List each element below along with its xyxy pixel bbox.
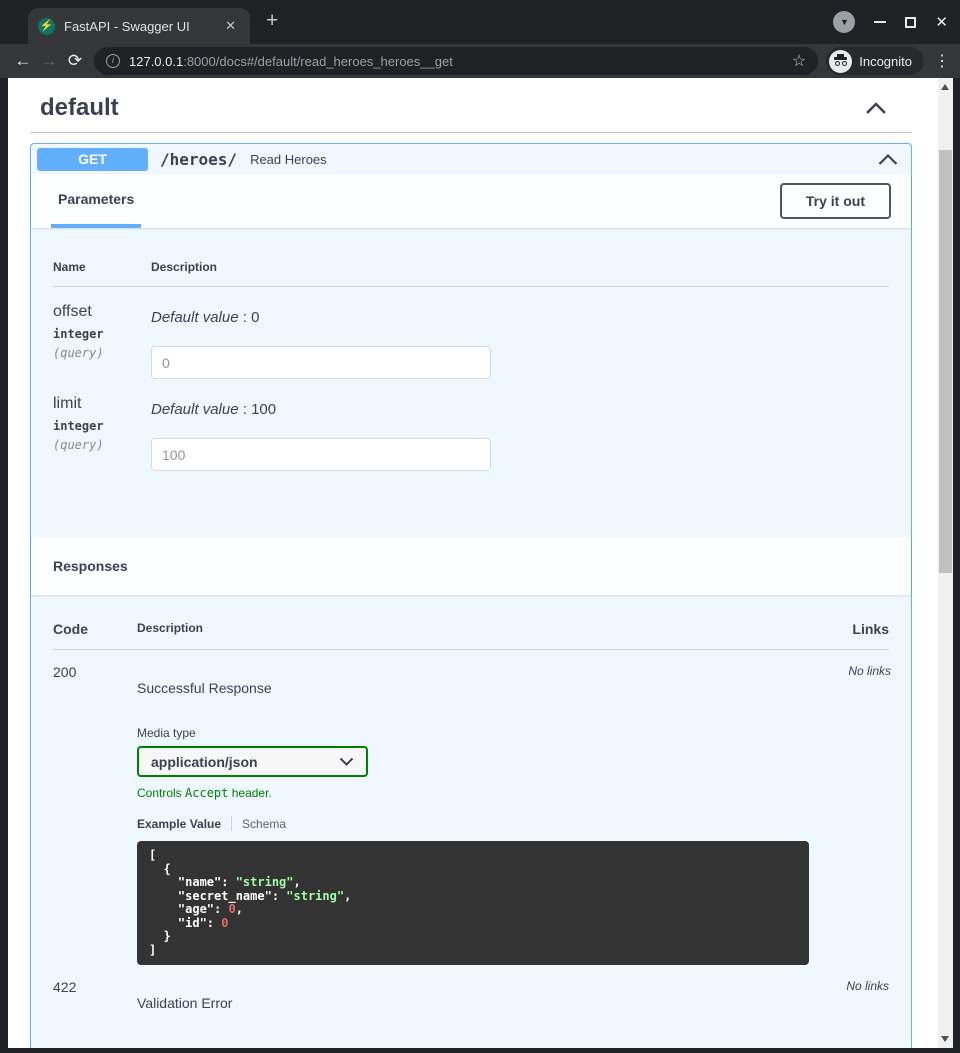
tab-parameters[interactable]: Parameters	[51, 174, 141, 228]
param-location: (query)	[53, 438, 151, 452]
param-type: integer	[53, 419, 151, 433]
responses-header: Responses	[31, 537, 911, 595]
method-badge: GET	[37, 148, 148, 171]
incognito-icon	[829, 50, 852, 73]
param-name: offset	[53, 303, 151, 321]
param-input-limit[interactable]	[151, 438, 491, 471]
tab-schema[interactable]: Schema	[242, 817, 286, 831]
reload-button[interactable]: ⟳	[62, 51, 88, 71]
response-row-422: 422 Validation Error No links	[53, 979, 889, 1011]
response-links: No links	[809, 664, 891, 965]
media-type-select[interactable]: application/json	[137, 746, 368, 777]
col-header-name: Name	[53, 260, 151, 274]
chevron-down-icon	[339, 757, 354, 766]
fastapi-favicon-icon: ⚡	[38, 18, 55, 35]
response-code: 200	[53, 664, 137, 965]
response-links: No links	[807, 979, 889, 1011]
section-title: default	[40, 94, 119, 122]
site-info-icon[interactable]: i	[106, 54, 120, 68]
response-description: Validation Error	[137, 995, 807, 1011]
url-text: 127.0.0.1:8000/docs#/default/read_heroes…	[129, 54, 790, 69]
accept-header-note: Controls Accept header.	[137, 786, 809, 800]
param-row-offset: offset integer (query) Default value : 0	[53, 303, 889, 379]
chevron-up-icon[interactable]	[864, 101, 888, 115]
try-it-out-button[interactable]: Try it out	[780, 183, 891, 219]
col-header-description: Description	[151, 260, 217, 274]
tab-title: FastAPI - Swagger UI	[64, 19, 221, 34]
tab-separator	[231, 816, 232, 831]
operation-path: /heroes/	[160, 150, 237, 169]
page-viewport: default GET /heroes/ Read Heroes Paramet…	[8, 78, 953, 1048]
browser-tab[interactable]: ⚡ FastAPI - Swagger UI ✕	[28, 8, 250, 44]
operation-summary[interactable]: GET /heroes/ Read Heroes	[31, 144, 911, 174]
response-row-200: 200 Successful Response Media type appli…	[53, 664, 889, 965]
maximize-button[interactable]	[905, 17, 916, 28]
response-code: 422	[53, 979, 137, 1011]
param-type: integer	[53, 327, 151, 341]
section-divider	[30, 132, 912, 133]
scrollbar-down-icon[interactable]	[941, 1036, 949, 1042]
media-type-label: Media type	[137, 726, 809, 740]
param-name: limit	[53, 395, 151, 413]
browser-toolbar: ← → ⟳ i 127.0.0.1:8000/docs#/default/rea…	[0, 44, 960, 78]
col-header-description: Description	[137, 621, 807, 637]
window-menu-button[interactable]: ▼	[833, 11, 855, 33]
bookmark-star-icon[interactable]: ☆	[790, 51, 808, 71]
swagger-content: default GET /heroes/ Read Heroes Paramet…	[8, 78, 938, 1048]
titlebar: ⚡ FastAPI - Swagger UI ✕ + ▼ ✕	[0, 0, 960, 44]
example-code[interactable]: [ { "name": "string", "secret_name": "st…	[137, 841, 809, 965]
section-default-header[interactable]: default	[30, 78, 912, 122]
parameters-table: Name Description offset integer (query) …	[31, 228, 911, 537]
tab-close-icon[interactable]: ✕	[221, 16, 240, 36]
responses-title: Responses	[53, 558, 128, 574]
col-header-code: Code	[53, 621, 137, 637]
param-location: (query)	[53, 346, 151, 360]
page-scrollbar[interactable]	[938, 78, 953, 1048]
responses-table: Code Description Links 200 Successful Re…	[31, 595, 911, 1048]
param-row-limit: limit integer (query) Default value : 10…	[53, 395, 889, 471]
new-tab-button[interactable]: +	[266, 9, 278, 33]
param-default: Default value : 0	[151, 309, 889, 326]
close-window-button[interactable]: ✕	[935, 15, 948, 30]
chevron-up-icon[interactable]	[877, 153, 899, 166]
response-description: Successful Response	[137, 680, 809, 696]
operation-summary-text: Read Heroes	[250, 152, 327, 167]
parameters-header: Parameters Try it out	[31, 174, 911, 228]
browser-menu-icon[interactable]: ⋮	[934, 51, 950, 71]
back-button[interactable]: ←	[10, 51, 36, 71]
browser-window: ⚡ FastAPI - Swagger UI ✕ + ▼ ✕ ← → ⟳ i 1…	[0, 0, 960, 1053]
col-header-links: Links	[807, 621, 889, 637]
scrollbar-thumb[interactable]	[939, 150, 952, 573]
incognito-badge: Incognito	[826, 47, 924, 75]
forward-button[interactable]: →	[36, 51, 62, 71]
tab-example-value[interactable]: Example Value	[137, 817, 221, 831]
param-input-offset[interactable]	[151, 346, 491, 379]
param-default: Default value : 100	[151, 401, 889, 418]
address-bar[interactable]: i 127.0.0.1:8000/docs#/default/read_hero…	[94, 47, 818, 75]
minimize-button[interactable]	[874, 21, 886, 23]
opblock-get-heroes: GET /heroes/ Read Heroes Parameters Try …	[30, 143, 912, 1048]
scrollbar-up-icon[interactable]	[941, 84, 949, 90]
